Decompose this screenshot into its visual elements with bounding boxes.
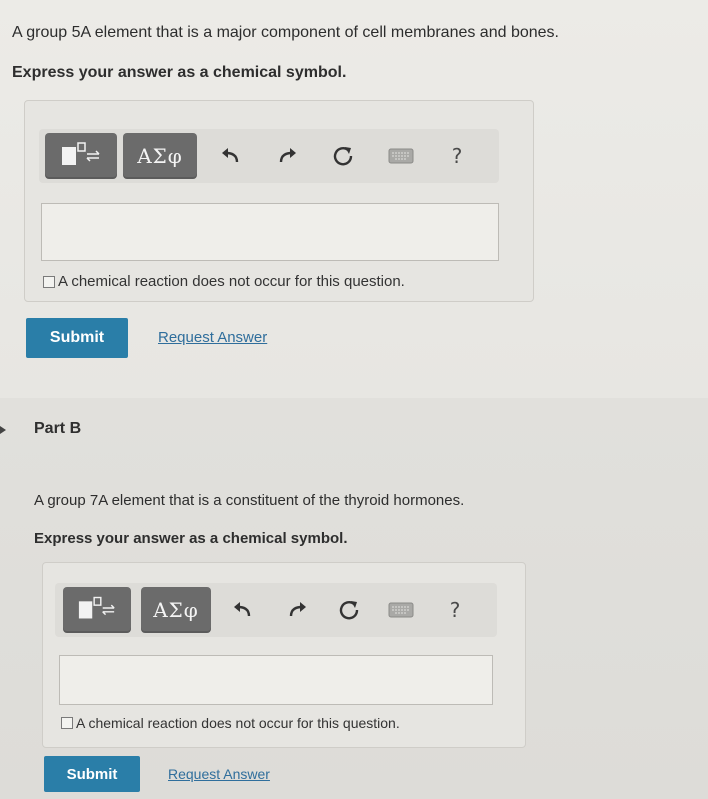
part-b-answer-input[interactable] — [59, 655, 493, 705]
part-b-answer-box: ΑΣφ ? A chemical reaction does not occur… — [42, 562, 526, 748]
part-b-submit-button[interactable]: Submit — [44, 756, 140, 792]
redo-button[interactable] — [267, 133, 307, 179]
undo-icon — [232, 600, 254, 620]
reset-icon — [338, 599, 360, 621]
greek-symbols-button[interactable]: ΑΣφ — [141, 587, 211, 633]
undo-icon — [220, 146, 242, 166]
part-a-instruction: Express your answer as a chemical symbol… — [12, 64, 347, 81]
part-b-question: A group 7A element that is a constituent… — [34, 492, 465, 509]
redo-icon — [286, 600, 308, 620]
reset-button[interactable] — [329, 587, 369, 633]
part-a-question: A group 5A element that is a major compo… — [12, 24, 559, 41]
undo-button[interactable] — [211, 133, 251, 179]
part-a-answer-box: ΑΣφ ? A chemical reaction does not occur… — [24, 100, 534, 302]
template-icon — [60, 141, 102, 172]
help-button[interactable]: ? — [437, 133, 477, 179]
part-b: Part B A group 7A element that is a cons… — [0, 398, 708, 799]
keyboard-icon — [388, 602, 414, 618]
keyboard-button[interactable] — [381, 133, 421, 179]
redo-button[interactable] — [277, 587, 317, 633]
help-icon: ? — [449, 598, 461, 622]
reset-icon — [332, 145, 354, 167]
part-b-label: Part B — [34, 420, 82, 437]
part-b-instruction: Express your answer as a chemical symbol… — [34, 530, 348, 547]
help-icon: ? — [451, 144, 463, 168]
part-a-toolbar: ΑΣφ ? — [39, 129, 499, 183]
keyboard-button[interactable] — [381, 587, 421, 633]
part-a-no-reaction-label: A chemical reaction does not occur for t… — [58, 273, 405, 290]
part-a-no-reaction-row[interactable]: A chemical reaction does not occur for t… — [43, 273, 405, 290]
part-b-toolbar: ΑΣφ ? — [55, 583, 497, 637]
part-b-no-reaction-checkbox[interactable] — [61, 717, 73, 729]
part-a-no-reaction-checkbox[interactable] — [43, 275, 55, 288]
help-button[interactable]: ? — [435, 587, 475, 633]
undo-button[interactable] — [223, 587, 263, 633]
part-a-answer-input[interactable] — [41, 203, 499, 261]
template-button[interactable] — [45, 133, 117, 179]
template-icon — [77, 595, 117, 626]
part-a-request-answer-link[interactable]: Request Answer — [158, 329, 267, 346]
collapse-arrow-icon[interactable] — [0, 426, 6, 434]
part-a-submit-button[interactable]: Submit — [26, 318, 128, 358]
part-b-no-reaction-row[interactable]: A chemical reaction does not occur for t… — [61, 715, 400, 731]
greek-symbols-button[interactable]: ΑΣφ — [123, 133, 197, 179]
template-button[interactable] — [63, 587, 131, 633]
reset-button[interactable] — [323, 133, 363, 179]
page: A group 5A element that is a major compo… — [0, 0, 708, 799]
redo-icon — [276, 146, 298, 166]
keyboard-icon — [388, 148, 414, 164]
part-b-request-answer-link[interactable]: Request Answer — [168, 766, 270, 782]
part-b-no-reaction-label: A chemical reaction does not occur for t… — [76, 715, 400, 731]
